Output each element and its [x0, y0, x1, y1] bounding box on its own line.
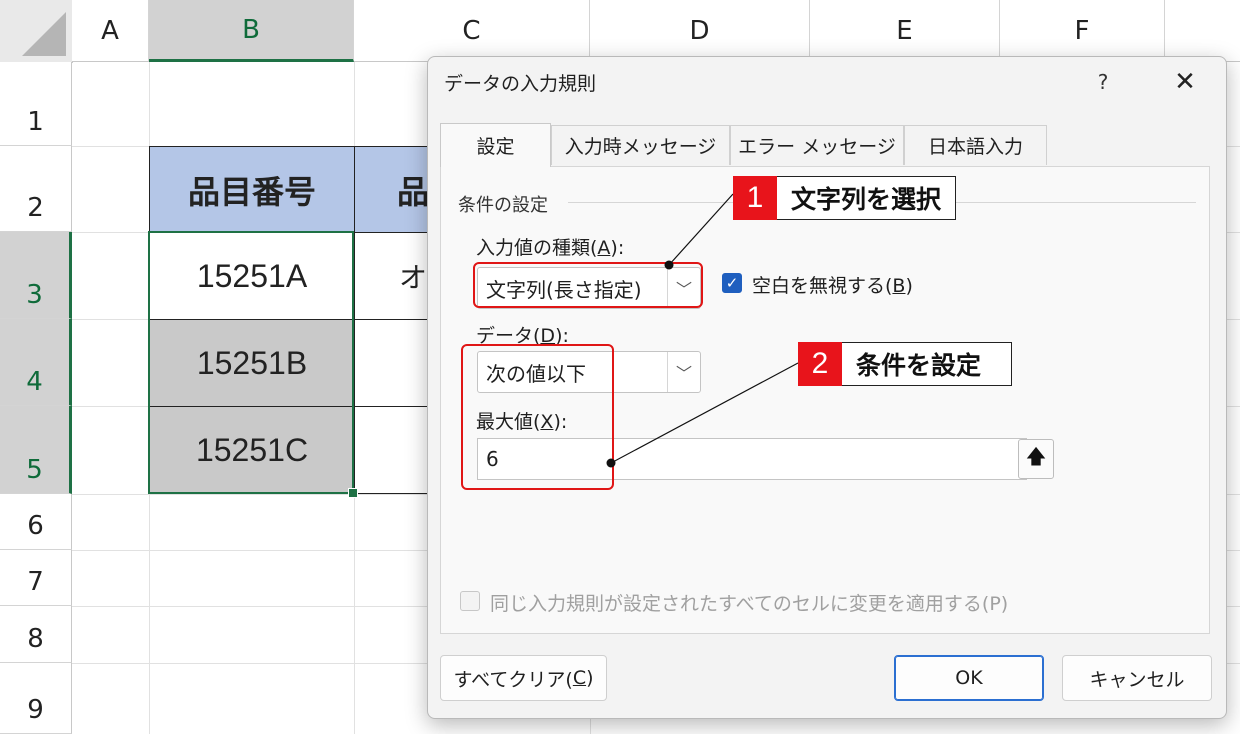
- range-select-icon[interactable]: 🡅: [1018, 439, 1054, 479]
- column-header-g-partial[interactable]: [1165, 0, 1240, 62]
- data-validation-dialog: データの入力規則 ? ✕ 設定 入力時メッセージ エラー メッセージ 日本語入力…: [427, 56, 1227, 719]
- select-all-corner[interactable]: [0, 0, 73, 63]
- allow-dropdown-value: 文字列(長さ指定): [486, 277, 642, 302]
- maximum-label: 最大値(X):: [476, 411, 568, 433]
- fill-handle[interactable]: [348, 488, 358, 498]
- cell-b2[interactable]: 品目番号: [149, 146, 355, 233]
- checkmark-icon: ✓: [725, 274, 739, 292]
- column-header-e[interactable]: E: [810, 0, 1000, 62]
- tab-input-message[interactable]: 入力時メッセージ: [551, 125, 730, 165]
- maximum-input[interactable]: 6: [477, 438, 1027, 480]
- column-header-c[interactable]: C: [354, 0, 590, 62]
- tab-settings[interactable]: 設定: [440, 123, 551, 167]
- ignore-blank-checkbox[interactable]: ✓: [722, 273, 742, 293]
- row-header-8[interactable]: 8: [0, 606, 72, 663]
- clear-all-button[interactable]: すべてクリア(C): [440, 655, 607, 701]
- callout-1-text: 文字列を選択: [777, 176, 957, 220]
- row-header-1[interactable]: 1: [0, 62, 72, 146]
- allow-label: 入力値の種類(A):: [476, 237, 625, 259]
- select-all-triangle-icon: [22, 12, 66, 56]
- column-header-b[interactable]: B: [149, 0, 354, 62]
- close-icon[interactable]: ✕: [1168, 65, 1202, 99]
- help-button[interactable]: ?: [1088, 67, 1118, 97]
- row-header-7[interactable]: 7: [0, 550, 72, 606]
- callout-2: 2 条件を設定: [798, 342, 1013, 386]
- chevron-down-icon[interactable]: ﹀: [667, 268, 700, 308]
- row-header-5[interactable]: 5: [0, 406, 72, 494]
- row-header-6[interactable]: 6: [0, 494, 72, 550]
- cell-b3[interactable]: 15251A: [149, 232, 355, 320]
- dialog-title: データの入力規則: [444, 73, 597, 95]
- data-operator-dropdown[interactable]: 次の値以下 ﹀: [477, 351, 701, 393]
- cell-c2[interactable]: 品: [354, 146, 434, 233]
- column-header-a[interactable]: A: [72, 0, 149, 62]
- cell-c5[interactable]: [354, 406, 434, 494]
- ignore-blank-label[interactable]: 空白を無視する(B): [752, 271, 913, 298]
- callout-1-number: 1: [733, 176, 777, 220]
- tab-ime-mode[interactable]: 日本語入力: [904, 125, 1047, 165]
- allow-dropdown[interactable]: 文字列(長さ指定) ﹀: [477, 267, 701, 309]
- row-header-2[interactable]: 2: [0, 146, 72, 232]
- callout-2-text: 条件を設定: [842, 342, 1013, 386]
- apply-all-label[interactable]: 同じ入力規則が設定されたすべてのセルに変更を適用する(P): [490, 589, 1008, 616]
- apply-all-checkbox[interactable]: [460, 591, 480, 611]
- ok-button[interactable]: OK: [894, 655, 1044, 701]
- row-header-3[interactable]: 3: [0, 232, 72, 319]
- cell-c3[interactable]: オ: [354, 232, 434, 320]
- tab-error-alert[interactable]: エラー メッセージ: [730, 125, 904, 165]
- data-label: データ(D):: [476, 325, 569, 347]
- column-header-d[interactable]: D: [590, 0, 810, 62]
- row-header-4[interactable]: 4: [0, 319, 72, 406]
- cell-c4[interactable]: [354, 319, 434, 407]
- cell-b4[interactable]: 15251B: [149, 319, 355, 407]
- data-operator-value: 次の値以下: [486, 361, 586, 386]
- column-header-f[interactable]: F: [1000, 0, 1165, 62]
- callout-1: 1 文字列を選択: [733, 176, 957, 220]
- criteria-group-label: 条件の設定: [458, 195, 548, 216]
- cell-b5[interactable]: 15251C: [149, 406, 355, 494]
- chevron-down-icon[interactable]: ﹀: [667, 352, 700, 392]
- cancel-button[interactable]: キャンセル: [1062, 655, 1212, 701]
- callout-2-number: 2: [798, 342, 842, 386]
- row-header-9[interactable]: 9: [0, 663, 72, 734]
